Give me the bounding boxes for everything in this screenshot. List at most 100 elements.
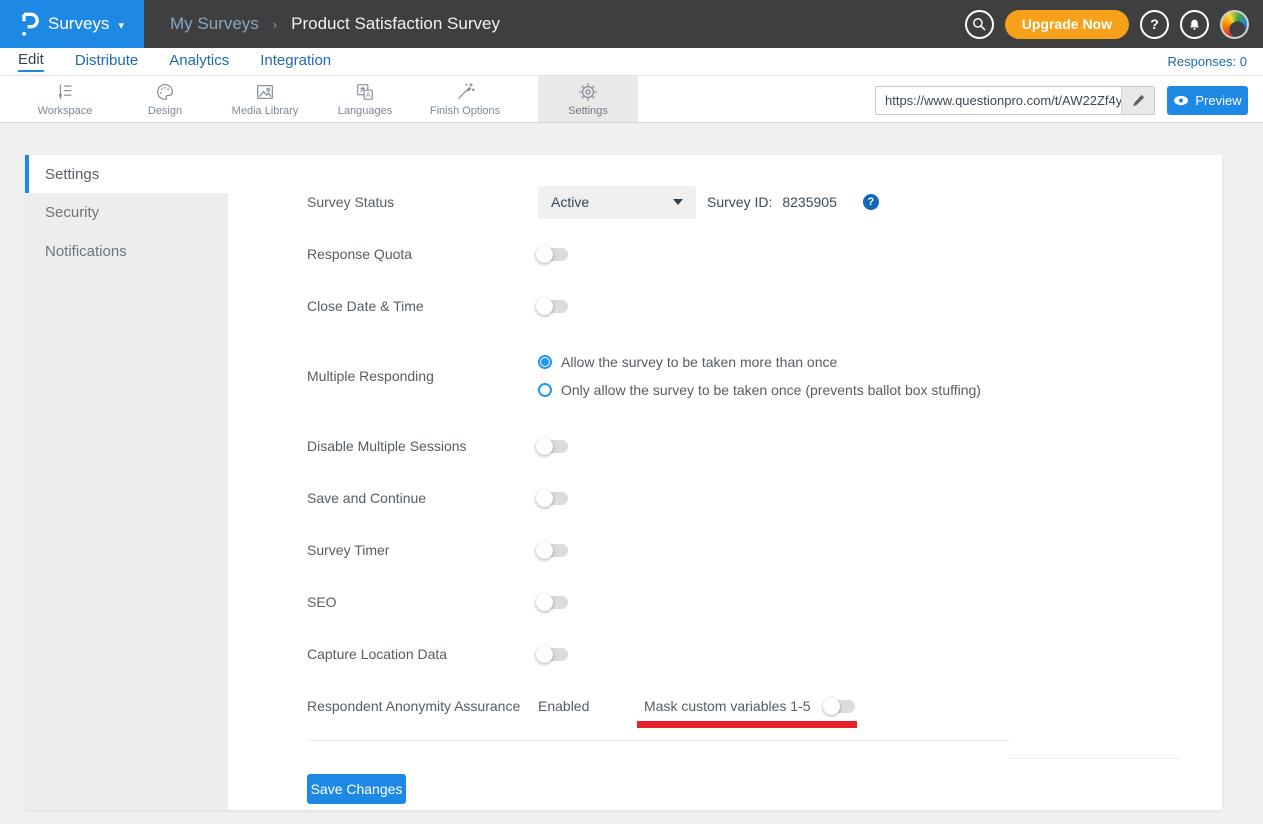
toolbar-tab-languages[interactable]: A Languages	[315, 76, 415, 122]
nav-tab-integration[interactable]: Integration	[260, 52, 331, 71]
respondent-anonymity-label: Respondent Anonymity Assurance	[307, 698, 538, 714]
search-icon	[971, 16, 987, 32]
capture-location-data-label: Capture Location Data	[307, 646, 538, 662]
toolbar-tab-workspace[interactable]: Workspace	[15, 76, 115, 122]
disable-multiple-sessions-row: Disable Multiple Sessions	[307, 420, 1222, 472]
close-date-time-label: Close Date & Time	[307, 298, 538, 314]
toggle-knob	[536, 542, 553, 559]
form-divider-secondary	[1009, 758, 1181, 759]
response-quota-toggle[interactable]	[538, 248, 568, 261]
survey-status-row: Survey Status Active Survey ID: 8235905 …	[307, 176, 1222, 228]
survey-url-field[interactable]: https://www.questionpro.com/t/AW22Zf4yN	[875, 86, 1155, 115]
toggle-knob	[536, 246, 553, 263]
red-annotation-underline	[637, 721, 857, 728]
question-mark-icon: ?	[1150, 16, 1159, 32]
anonymity-status-text: Enabled	[538, 698, 644, 714]
multiple-responding-label: Multiple Responding	[307, 368, 538, 384]
close-date-time-row: Close Date & Time	[307, 280, 1222, 332]
app-root: Surveys ▾ My Surveys › Product Satisfact…	[0, 0, 1263, 824]
responses-count[interactable]: Responses: 0	[1168, 54, 1248, 69]
languages-icon: A	[353, 81, 377, 103]
settings-sidebar: Settings Security Notifications	[25, 155, 228, 810]
survey-status-value: Active	[551, 194, 589, 210]
toggle-knob	[536, 646, 553, 663]
workspace-icon	[53, 81, 77, 103]
sidebar-item-settings[interactable]: Settings	[25, 155, 228, 193]
nav-tab-analytics[interactable]: Analytics	[169, 52, 229, 71]
survey-url-text[interactable]: https://www.questionpro.com/t/AW22Zf4yN	[876, 87, 1121, 114]
save-and-continue-label: Save and Continue	[307, 490, 538, 506]
mask-custom-variables-toggle[interactable]	[825, 700, 855, 713]
seo-label: SEO	[307, 594, 538, 610]
breadcrumb: My Surveys › Product Satisfaction Survey	[170, 14, 500, 34]
radio-allow-multiple[interactable]: Allow the survey to be taken more than o…	[538, 354, 981, 370]
radio-selected-icon[interactable]	[538, 355, 552, 369]
close-date-time-toggle[interactable]	[538, 300, 568, 313]
chevron-down-icon: ▾	[118, 19, 124, 32]
sidebar-item-security[interactable]: Security	[25, 193, 228, 232]
radio-only-once[interactable]: Only allow the survey to be taken once (…	[538, 382, 981, 398]
sidebar-item-notifications[interactable]: Notifications	[25, 232, 228, 271]
disable-multiple-sessions-label: Disable Multiple Sessions	[307, 438, 538, 454]
settings-gear-icon	[576, 81, 600, 103]
survey-status-select[interactable]: Active	[538, 186, 696, 219]
breadcrumb-separator-icon: ›	[273, 17, 277, 32]
toolbar-tab-finish-options[interactable]: Finish Options	[415, 76, 515, 122]
edit-url-button[interactable]	[1121, 87, 1154, 114]
header-actions: Upgrade Now ?	[965, 10, 1263, 39]
toggle-knob	[536, 490, 553, 507]
multiple-responding-options: Allow the survey to be taken more than o…	[538, 354, 981, 398]
seo-toggle[interactable]	[538, 596, 568, 609]
seo-row: SEO	[307, 576, 1222, 628]
eye-icon	[1173, 95, 1189, 106]
radio-unselected-icon[interactable]	[538, 383, 552, 397]
user-avatar[interactable]	[1220, 10, 1249, 39]
survey-id-value: 8235905	[782, 194, 837, 210]
breadcrumb-survey-title: Product Satisfaction Survey	[291, 14, 500, 34]
disable-multiple-sessions-toggle[interactable]	[538, 440, 568, 453]
save-and-continue-row: Save and Continue	[307, 472, 1222, 524]
upgrade-now-button[interactable]: Upgrade Now	[1005, 10, 1129, 39]
toolbar-tab-label: Settings	[568, 105, 608, 117]
survey-id-help-icon[interactable]: ?	[863, 194, 879, 210]
svg-text:A: A	[366, 92, 371, 99]
nav-tab-edit[interactable]: Edit	[18, 51, 44, 72]
toolbar-tab-label: Media Library	[232, 105, 299, 117]
toolbar-tab-design[interactable]: Design	[115, 76, 215, 122]
survey-timer-row: Survey Timer	[307, 524, 1222, 576]
toolbar-tab-label: Design	[148, 105, 182, 117]
toolbar-tab-settings[interactable]: Settings	[538, 76, 638, 122]
nav-tab-distribute[interactable]: Distribute	[75, 52, 138, 71]
help-button[interactable]: ?	[1140, 10, 1169, 39]
save-and-continue-toggle[interactable]	[538, 492, 568, 505]
save-changes-button[interactable]: Save Changes	[307, 774, 406, 804]
form-divider	[307, 740, 1009, 741]
notifications-button[interactable]	[1180, 10, 1209, 39]
multiple-responding-row: Multiple Responding Allow the survey to …	[307, 332, 1222, 420]
response-quota-label: Response Quota	[307, 246, 538, 262]
response-quota-row: Response Quota	[307, 228, 1222, 280]
edit-toolbar: Workspace Design Media Library A	[0, 76, 1263, 123]
respondent-anonymity-row: Respondent Anonymity Assurance Enabled M…	[307, 680, 1222, 732]
preview-label: Preview	[1195, 93, 1241, 108]
settings-card: Settings Security Notifications Survey S…	[25, 155, 1222, 810]
toolbar-tab-label: Languages	[338, 105, 392, 117]
product-name: Surveys	[48, 14, 109, 34]
mask-custom-variables-label: Mask custom variables 1-5	[644, 698, 811, 714]
toolbar-tab-label: Finish Options	[430, 105, 500, 117]
survey-status-label: Survey Status	[307, 194, 538, 210]
toggle-knob	[536, 438, 553, 455]
survey-timer-toggle[interactable]	[538, 544, 568, 557]
search-button[interactable]	[965, 10, 994, 39]
toggle-knob	[536, 594, 553, 611]
finish-options-icon	[453, 81, 477, 103]
product-switcher[interactable]: Surveys ▾	[0, 0, 144, 48]
preview-button[interactable]: Preview	[1167, 86, 1248, 115]
survey-timer-label: Survey Timer	[307, 542, 538, 558]
survey-id-label: Survey ID:	[707, 194, 772, 210]
breadcrumb-my-surveys[interactable]: My Surveys	[170, 14, 259, 34]
toggle-knob	[536, 298, 553, 315]
toolbar-tab-media-library[interactable]: Media Library	[215, 76, 315, 122]
toolbar-tab-label: Workspace	[38, 105, 93, 117]
capture-location-data-toggle[interactable]	[538, 648, 568, 661]
